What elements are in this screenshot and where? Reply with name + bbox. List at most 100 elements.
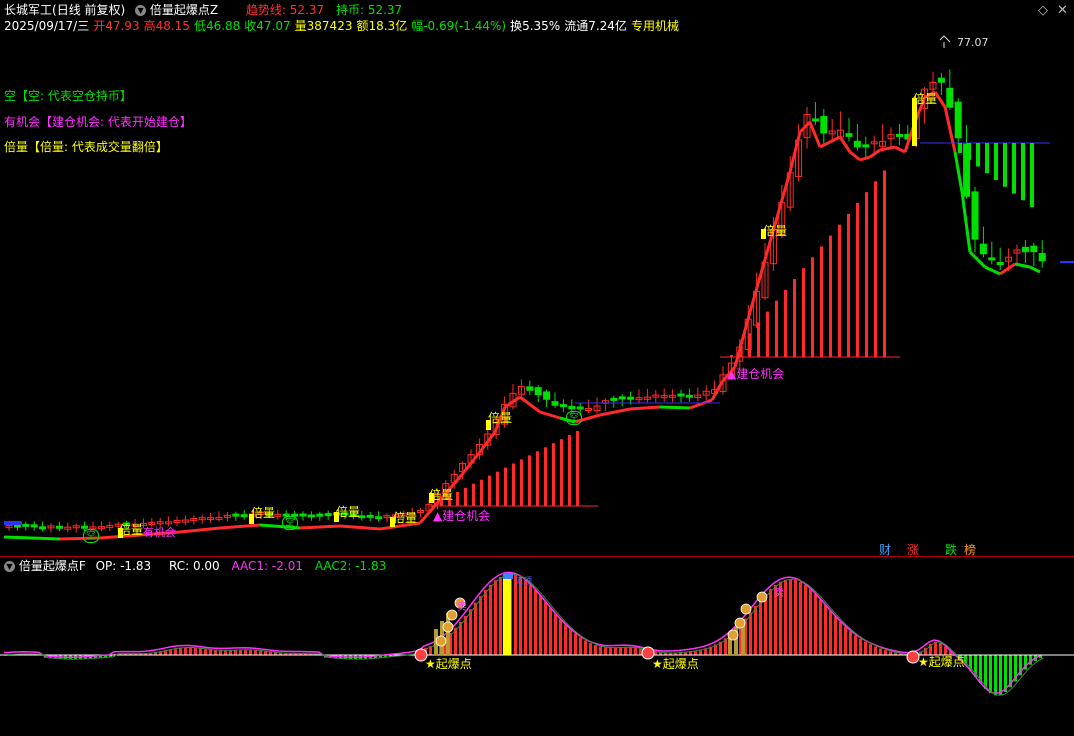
close-icon[interactable]: ✕ [1057, 3, 1068, 18]
indicator-bar [799, 581, 802, 655]
indicator-bar [794, 579, 797, 655]
period-label[interactable]: (日线 前复权) [52, 3, 125, 17]
ignition-label: ★起爆点 [652, 657, 699, 671]
indicator-bar [239, 649, 242, 655]
chance-bar [829, 235, 832, 357]
candle-body [551, 401, 559, 406]
aac1-value: AAC1: -2.01 [231, 559, 303, 573]
candle-body [543, 391, 551, 400]
candle-body [685, 394, 693, 398]
money-bag-icon [740, 603, 752, 615]
op-value: OP: -1.83 [95, 559, 152, 573]
indicator-bar [814, 593, 817, 655]
quote-volume: 量387423 [294, 19, 353, 33]
candle-body [307, 514, 315, 518]
indicator-bar [524, 580, 527, 655]
indicator-bar [214, 650, 217, 655]
candle-body [576, 406, 584, 410]
indicator-bar [514, 575, 517, 655]
indicator-bar [209, 649, 212, 655]
chance-bar [544, 447, 547, 506]
side-tag-finance[interactable]: 财 [879, 541, 891, 558]
side-tag-rise[interactable]: 涨 [907, 541, 919, 558]
indicator-bar [519, 577, 522, 655]
quote-open: 开47.93 [93, 19, 140, 33]
indicator-bar [884, 650, 887, 655]
indicator-bar [629, 647, 632, 655]
chance-bar [802, 268, 805, 357]
quote-industry: 专用机械 [630, 19, 679, 33]
indicator-bar [184, 647, 187, 655]
indicator-bar [619, 647, 622, 655]
candle-body [862, 144, 870, 148]
chance-label: 有机会 [143, 526, 176, 539]
candle-body [988, 257, 996, 261]
candle-body [853, 140, 861, 148]
chance-bar [536, 451, 539, 506]
chance-bar [775, 300, 778, 357]
quote-bar: 2025/09/17/三 开47.93 高48.15 低46.88 收47.07 量387… [4, 18, 683, 34]
indicator-bar [219, 650, 222, 655]
indicator-bar [829, 610, 832, 655]
quote-low: 低46.88 [193, 19, 241, 33]
candle-body [324, 513, 332, 517]
chance-bar [488, 475, 491, 506]
candle-body [1030, 245, 1038, 253]
candle-body [996, 261, 1004, 265]
indicator-bar [599, 646, 602, 655]
chart-header: 长城军工(日线 前复权) ▼ 倍量起爆点Z 趋势线: 52.37 持币: 52.… [4, 2, 402, 18]
indicator-bar [484, 590, 487, 655]
side-tag-rank[interactable]: 榜 [964, 541, 976, 558]
double-volume-label: 倍量 [336, 505, 361, 519]
indicator-bar [259, 650, 262, 655]
chance-bar [528, 455, 531, 506]
indicator-bar [869, 644, 872, 655]
double-volume-label: 倍量 [251, 506, 276, 520]
indicator-bar [824, 605, 827, 655]
price-chart[interactable] [0, 0, 1074, 556]
indicator-bar [809, 589, 812, 655]
diamond-icon[interactable]: ◇ [1038, 3, 1048, 18]
indicator-bar [474, 602, 477, 655]
sub-indicator-name[interactable]: 倍量起爆点F [19, 559, 86, 573]
indicator-bar [244, 649, 247, 655]
indicator-bar [874, 646, 877, 655]
top-label: 见顶 [514, 577, 533, 587]
legend-empty: 空【空: 代表空仓持币】 [4, 89, 132, 103]
candle-body [299, 513, 307, 517]
indicator-bar [584, 640, 587, 655]
indicator-bar [609, 647, 612, 655]
chevron-down-icon[interactable]: ▼ [4, 561, 15, 572]
empty-marker: 空 [566, 411, 582, 425]
indicator-bar [579, 637, 582, 655]
money-bag-icon [756, 591, 768, 603]
candle-body [366, 514, 374, 518]
candle-body [971, 191, 979, 240]
side-tag-fall[interactable]: 跌 [945, 541, 957, 558]
chance-bar [766, 311, 769, 357]
legend-double: 倍量【倍量: 代表成交量翻倍】 [4, 140, 168, 154]
candle-body [30, 524, 38, 528]
stock-name[interactable]: 长城军工 [4, 3, 52, 17]
candle-body [22, 523, 30, 527]
chance-bar [520, 459, 523, 506]
chance-bar [838, 224, 841, 357]
indicator-chart[interactable] [0, 557, 1074, 736]
double-volume-label: 倍量 [429, 488, 454, 502]
indicator-bar [469, 609, 472, 655]
candle-body [610, 397, 618, 401]
candle-body [895, 133, 903, 137]
candle-body [559, 404, 567, 408]
money-bag-icon [734, 617, 746, 629]
candle-body [81, 525, 89, 529]
chance-bar [883, 170, 886, 357]
indicator-name[interactable]: 倍量起爆点Z [150, 3, 218, 17]
candle-body [946, 87, 954, 108]
money-bag-icon [435, 635, 447, 647]
indicator-bar [634, 647, 637, 655]
double-volume-label: 倍量 [763, 224, 788, 238]
indicator-bar [234, 650, 237, 655]
chevron-down-icon[interactable]: ▼ [135, 5, 147, 16]
candle-body [526, 386, 534, 391]
candle-body [677, 393, 685, 397]
